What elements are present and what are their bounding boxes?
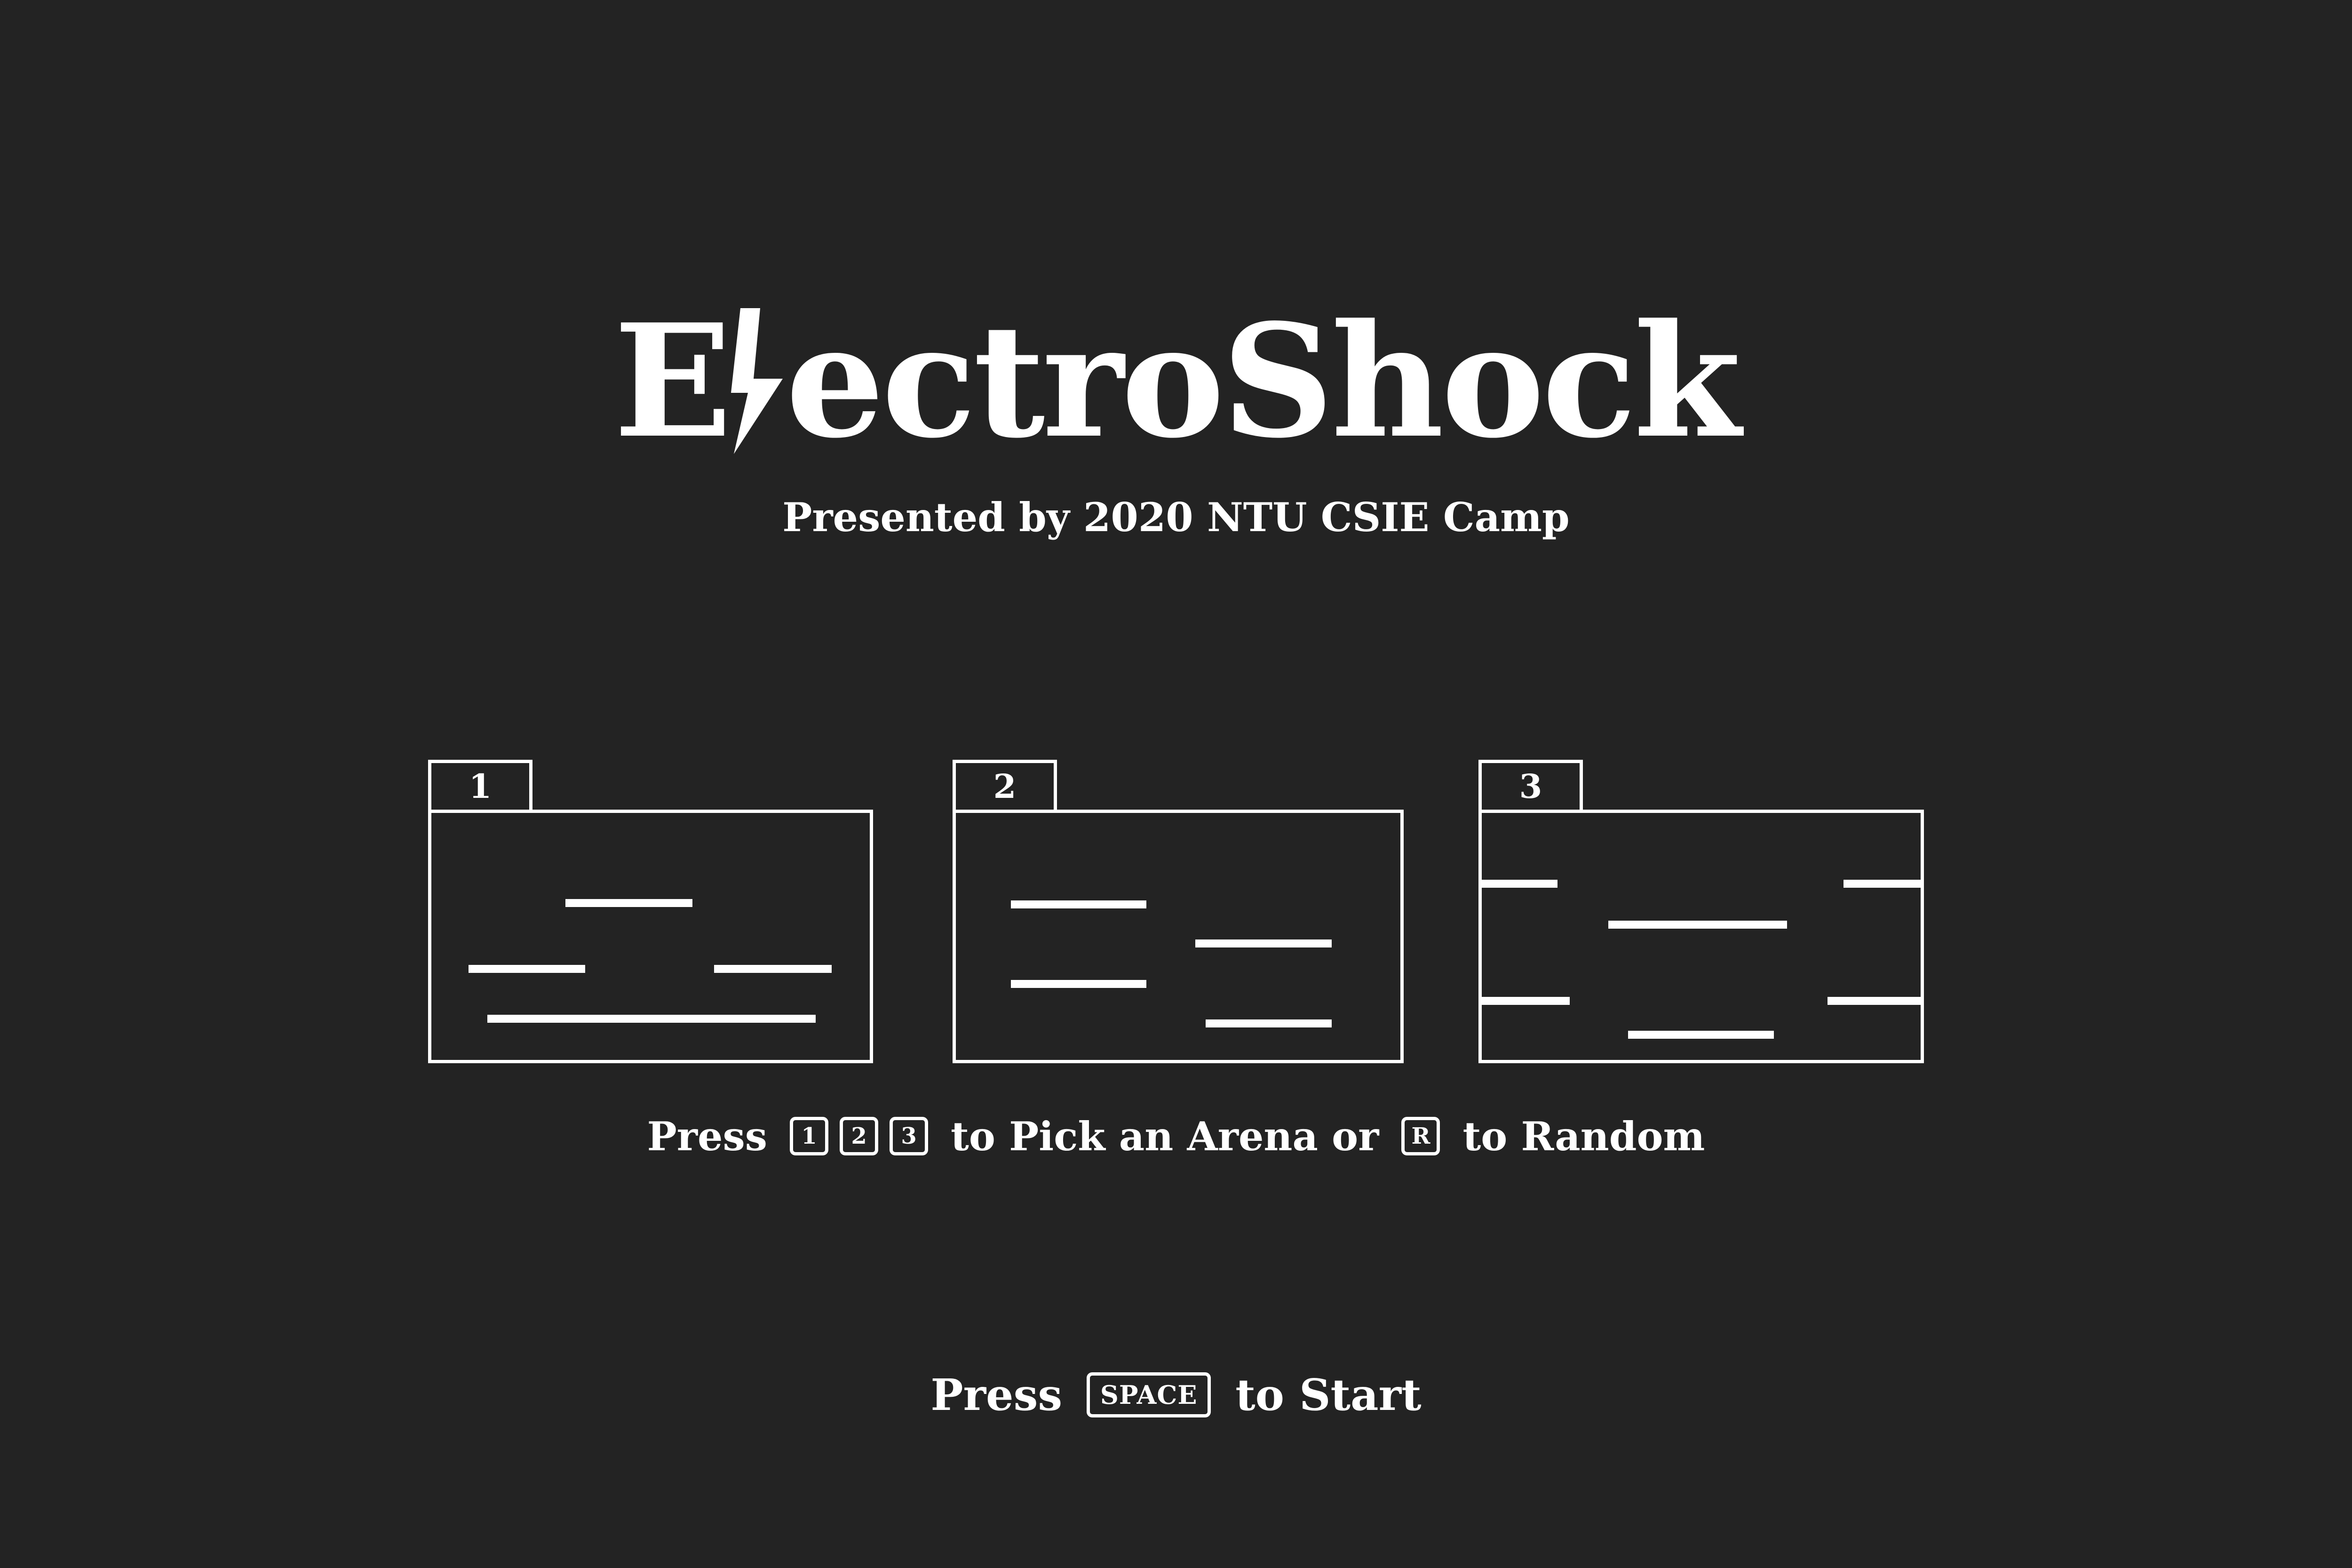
lightning-bolt-icon [731,308,783,454]
hint-random-text: to Random [1462,1113,1705,1160]
game-logo: E ectroShock [0,282,2352,480]
key-3[interactable]: 3 [890,1117,929,1155]
platform [1011,900,1146,908]
arena-card-3[interactable]: 3 [1478,760,1924,1063]
arena-tab-3: 3 [1478,760,1583,810]
arena-tab-2: 2 [953,760,1057,810]
arena-tab-1: 1 [428,760,532,810]
platform [1478,997,1570,1005]
platform [1843,880,1924,888]
platform [1628,1031,1774,1039]
start-press-text: Press [930,1369,1063,1420]
subtitle: Presented by 2020 NTU CSIE Camp [782,494,1570,541]
arena-3-platforms [1478,880,1924,1039]
platform [1195,939,1332,947]
arena-1-platforms [469,899,832,1023]
logo-title-rest: ectroShock [786,290,1741,472]
arena-card-2[interactable]: 2 [953,760,1404,1063]
platform [714,965,832,973]
platform [487,1015,816,1023]
key-1[interactable]: 1 [790,1117,829,1155]
key-space[interactable]: SPACE [1087,1372,1211,1417]
platform [1478,880,1557,888]
platform [1206,1019,1332,1027]
platform [1608,921,1787,929]
platform [1011,980,1146,988]
platform [1828,997,1924,1005]
platform [565,899,692,907]
arena-select-hint: Press 1 2 3 to Pick an Arena or R to Ran… [0,1106,2352,1167]
start-hint: Press SPACE to Start [0,1364,2352,1425]
hint-middle-text: to Pick an Arena or [951,1113,1379,1160]
platform [469,965,585,973]
key-2[interactable]: 2 [840,1117,879,1155]
key-r[interactable]: R [1401,1117,1440,1155]
logo-letter-e: E [613,290,732,472]
arena-card-1[interactable]: 1 [428,760,873,1063]
arena-2-platforms [1011,900,1332,1027]
start-end-text: to Start [1235,1369,1422,1420]
hint-press-text: Press [647,1113,768,1160]
